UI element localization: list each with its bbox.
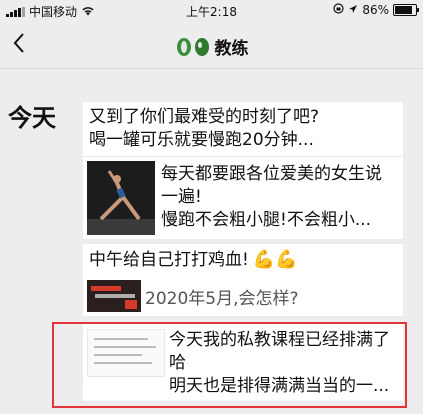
article-summary: 每天都要跟各位爱美的女生说 一遍! 慢跑不会粗小腿!不会粗小... [161,164,382,230]
battery-icon [393,4,419,16]
article-subline: 2020年5月,会怎样? [145,289,299,309]
nav-bar: 教练 [0,22,423,68]
article-thumbnail [87,161,155,235]
article-thumbnail [87,329,165,377]
article-card[interactable]: 又到了你们最难受的时刻了吧? 喝一罐可乐就要慢跑20分钟... [83,102,403,156]
article-card[interactable]: 中午给自己打打鸡血! 💪💪 2020年5月,会怎样? [83,244,403,316]
flexed-arm-icon: 💪💪 [252,249,298,270]
article-thumbnail [87,280,141,312]
status-right: 86% [333,3,419,17]
article-card[interactable]: 每天都要跟各位爱美的女生说 一遍! 慢跑不会粗小腿!不会粗小... [83,156,403,239]
title-text: 教练 [214,39,249,59]
article-summary: 今天我的私教课程已经排满了 哈 明天也是排得满满当当的一... [169,330,390,396]
status-bar: 中国移动 上午2:18 86% [0,0,423,22]
article-headline: 中午给自己打打鸡血! 💪💪 [89,249,298,270]
day-label: 今天 [8,104,56,132]
article-card[interactable]: 今天我的私教课程已经排满了 哈 明天也是排得满满当当的一... [83,323,403,401]
page-title: 教练 [0,34,423,59]
avatar-icon [176,37,209,56]
orientation-lock-icon [333,3,344,17]
article-summary: 又到了你们最难受的时刻了吧? 喝一罐可乐就要慢跑20分钟... [89,107,320,150]
nav-divider [0,68,423,69]
battery-percent: 86% [362,3,389,17]
location-icon [348,3,358,17]
